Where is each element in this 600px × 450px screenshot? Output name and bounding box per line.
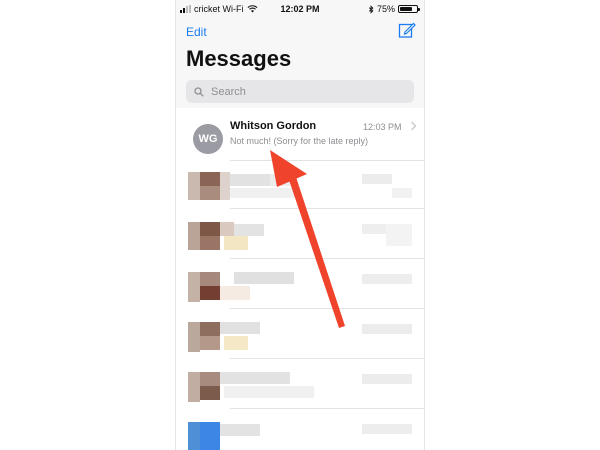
blur-block: [188, 172, 200, 200]
blur-block: [234, 224, 264, 236]
blur-block: [200, 422, 220, 450]
blur-block: [188, 322, 200, 352]
blurred-conversation-row[interactable]: [176, 168, 424, 218]
blurred-conversation-row[interactable]: [176, 368, 424, 418]
blur-block: [362, 174, 392, 184]
blurred-conversation-row[interactable]: [176, 218, 424, 268]
blurred-conversation-row[interactable]: [176, 268, 424, 318]
row-separator: [230, 160, 424, 161]
conversation-list: WG Whitson Gordon 12:03 PM Not much! (So…: [176, 108, 424, 450]
blur-block: [200, 386, 220, 400]
blur-block: [220, 372, 290, 384]
compose-icon[interactable]: [398, 21, 416, 39]
blur-block: [224, 236, 248, 250]
message-time: 12:03 PM: [363, 122, 402, 132]
row-separator: [230, 408, 424, 409]
blur-block: [188, 272, 200, 302]
blur-block: [230, 174, 270, 186]
blur-block: [200, 222, 220, 236]
blur-block: [188, 222, 200, 250]
status-right: 75%: [368, 4, 420, 14]
blur-block: [220, 322, 260, 334]
phone-screen: cricket Wi-Fi 12:02 PM 75% Edit Messages: [176, 0, 424, 450]
blurred-conversation-row[interactable]: [176, 318, 424, 368]
blur-block: [200, 172, 220, 186]
search-input[interactable]: [209, 84, 403, 99]
edit-button[interactable]: Edit: [186, 25, 207, 39]
blur-block: [362, 374, 412, 384]
blur-block: [234, 272, 294, 284]
row-separator: [230, 308, 424, 309]
blur-block: [392, 188, 412, 198]
blur-block: [200, 322, 220, 336]
status-bar: cricket Wi-Fi 12:02 PM 75%: [176, 0, 424, 18]
message-preview: Not much! (Sorry for the late reply): [230, 136, 369, 146]
blur-block: [200, 272, 220, 286]
search-icon: [194, 86, 204, 97]
blur-block: [188, 372, 200, 402]
bluetooth-icon: [368, 4, 374, 14]
blur-block: [362, 324, 412, 334]
search-bar[interactable]: [186, 80, 414, 103]
avatar: WG: [193, 124, 223, 154]
battery-icon: [398, 5, 420, 13]
blur-block: [220, 286, 250, 300]
blur-block: [188, 422, 200, 450]
blur-block: [224, 386, 314, 398]
chevron-right-icon: [411, 121, 417, 131]
phone-edge-right: [424, 0, 425, 450]
blur-block: [200, 236, 220, 250]
contact-name: Whitson Gordon: [230, 120, 317, 132]
blur-block: [270, 174, 290, 186]
row-separator: [230, 258, 424, 259]
blur-block: [386, 224, 412, 246]
blur-block: [362, 424, 412, 434]
row-separator: [230, 358, 424, 359]
blurred-conversation-row[interactable]: [176, 418, 424, 450]
blur-block: [200, 372, 220, 386]
blur-block: [220, 424, 260, 436]
battery-percent: 75%: [376, 4, 395, 14]
blur-block: [362, 224, 386, 234]
conversation-row-whitson-gordon[interactable]: WG Whitson Gordon 12:03 PM Not much! (So…: [176, 108, 424, 160]
page-title: Messages: [186, 46, 292, 71]
row-separator: [230, 208, 424, 209]
blur-block: [200, 286, 220, 300]
blur-block: [362, 274, 412, 284]
blur-block: [230, 188, 300, 198]
battery-fill: [400, 7, 412, 11]
blur-block: [200, 186, 220, 200]
blur-block: [220, 172, 230, 200]
blur-block: [224, 336, 248, 350]
blur-block: [200, 336, 220, 350]
blur-block: [220, 222, 234, 236]
